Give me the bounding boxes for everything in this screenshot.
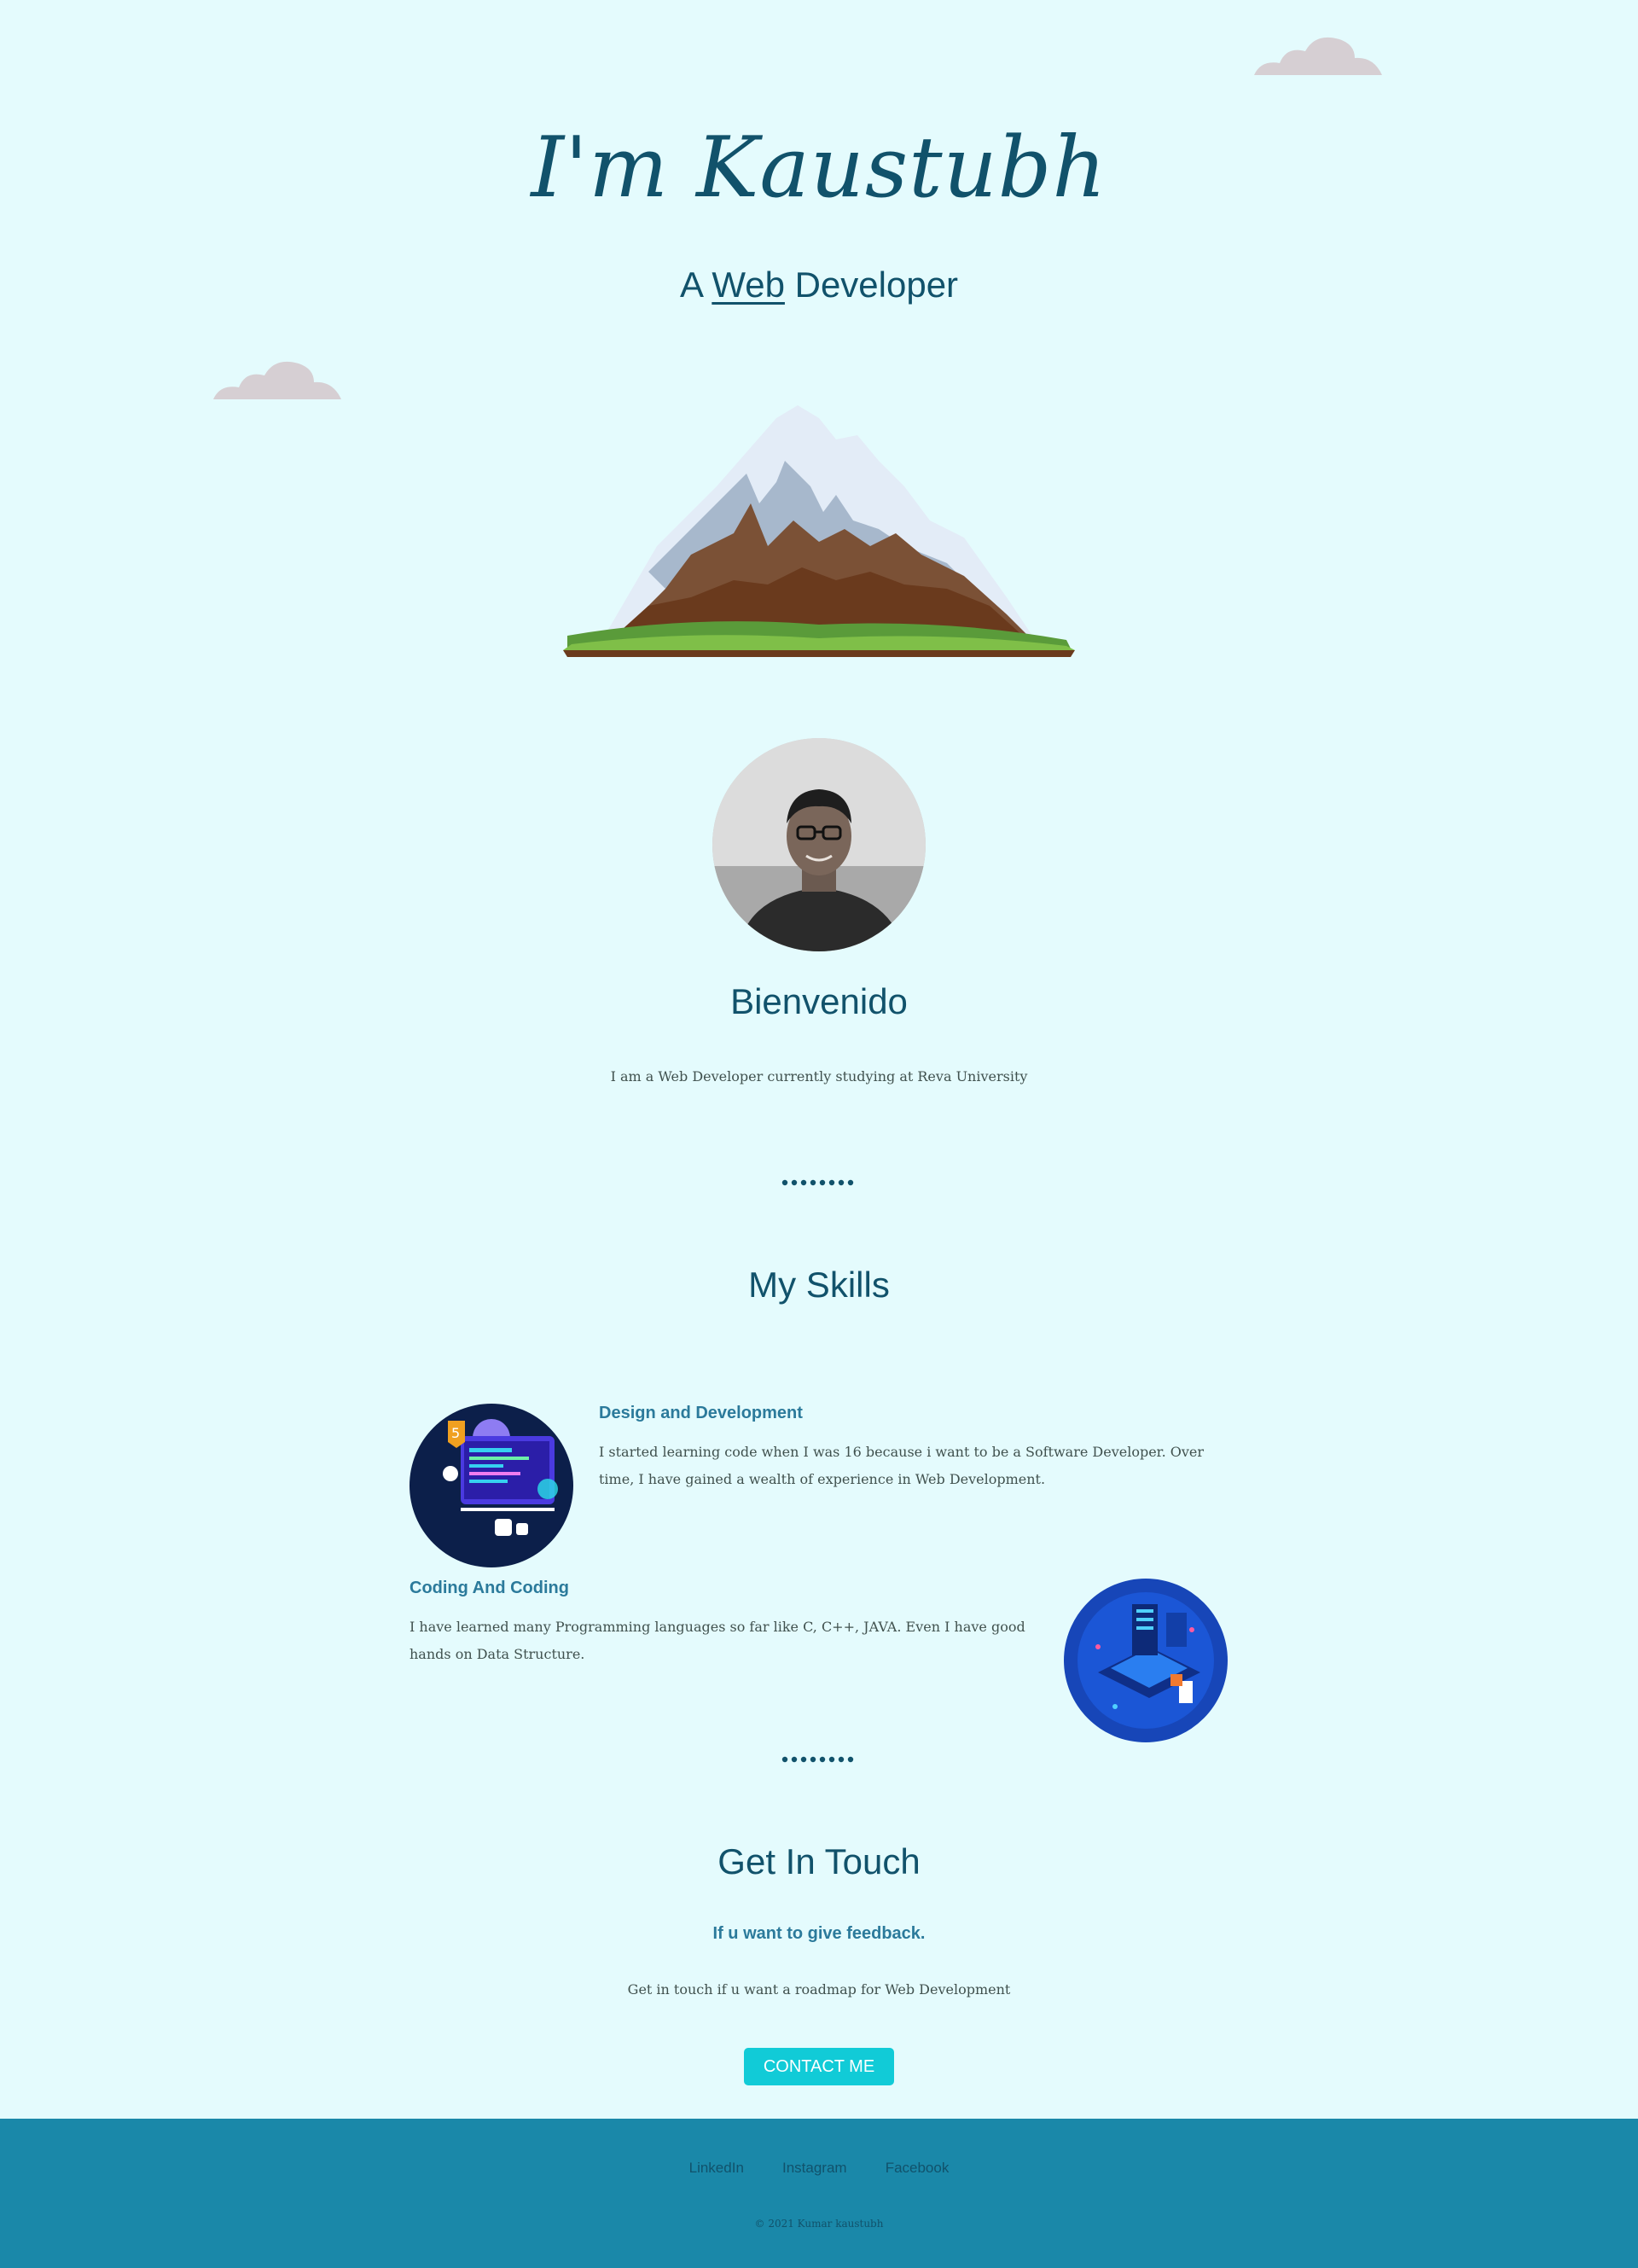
contact-subheading: If u want to give feedback. <box>712 1924 926 1943</box>
footer-links: LinkedIn Instagram Facebook <box>0 2160 1638 2177</box>
intro-text: I am a Web Developer currently studying … <box>610 1068 1028 1085</box>
design-development-image: 5 <box>410 1404 573 1567</box>
footer-link-instagram[interactable]: Instagram <box>782 2160 847 2176</box>
contact-me-button[interactable]: CONTACT ME <box>744 2048 894 2085</box>
welcome-heading: Bienvenido <box>730 981 908 1021</box>
person-photo <box>712 738 926 951</box>
hero-title: I'm Kaustubh <box>531 119 1107 217</box>
mountain-illustration <box>563 405 1075 657</box>
footer-link-facebook[interactable]: Facebook <box>886 2160 950 2176</box>
avatar <box>712 738 926 951</box>
skill-description: I started learning code when I was 16 be… <box>599 1444 1205 1487</box>
divider-dots <box>0 1174 1638 1190</box>
profile-section <box>0 738 1638 951</box>
subtitle-suffix: Developer <box>784 265 959 305</box>
contact-heading: Get In Touch <box>717 1841 921 1881</box>
coding-image <box>1064 1579 1228 1742</box>
contact-text: Get in touch if u want a roadmap for Web… <box>627 1981 1011 1998</box>
skill-title: Design and Development <box>599 1404 803 1422</box>
footer: LinkedIn Instagram Facebook © 2021 Kumar… <box>0 2119 1638 2268</box>
divider-dots <box>0 1751 1638 1767</box>
hero-section: I'm Kaustubh A Web Developer <box>0 0 1638 700</box>
footer-link-linkedin[interactable]: LinkedIn <box>689 2160 744 2176</box>
subtitle-highlight: Web <box>712 265 785 305</box>
copyright-text: © 2021 Kumar kaustubh <box>754 2218 884 2230</box>
skill-title: Coding And Coding <box>410 1579 569 1597</box>
skill-description: I have learned many Programming language… <box>410 1619 1025 1662</box>
hero-subtitle: A Web Developer <box>0 265 1638 305</box>
svg-text:5: 5 <box>451 1425 460 1441</box>
skills-heading: My Skills <box>748 1265 890 1305</box>
subtitle-prefix: A <box>679 265 712 305</box>
cloud-icon <box>1254 37 1382 75</box>
cloud-icon <box>213 361 341 399</box>
